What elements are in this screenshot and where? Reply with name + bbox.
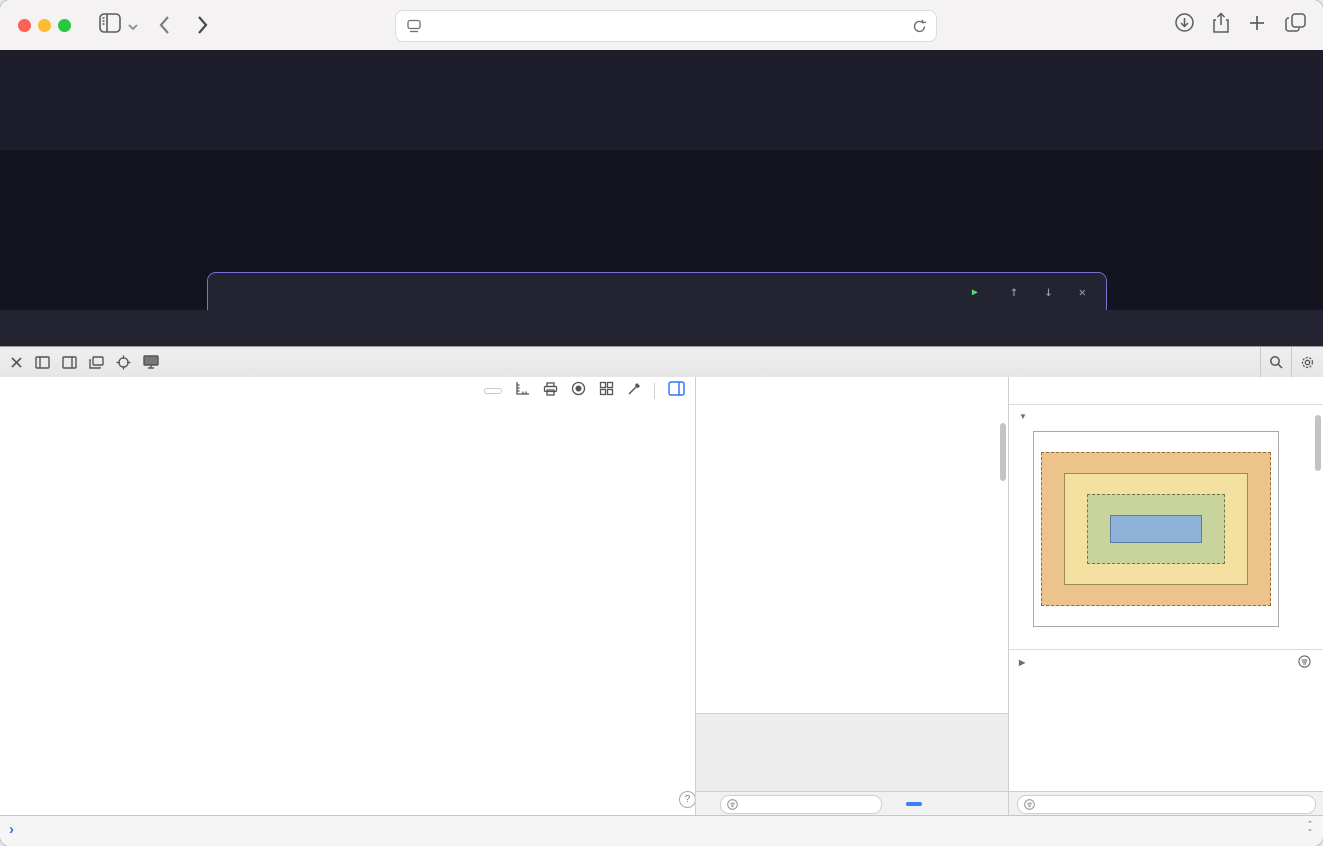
web-page: ▶ ↑ ↓ ✕ [0,50,1323,346]
computed-filter-input[interactable] [1017,795,1316,814]
traffic-light-close[interactable] [18,19,31,32]
new-tab-button[interactable] [1248,14,1266,37]
box-model-content[interactable] [1110,515,1202,543]
downloads-button[interactable] [1174,12,1195,38]
sidebar-toggle-button[interactable] [98,12,122,39]
page-selector[interactable]: ⌃⌄ [1302,822,1313,832]
console-toggle-chevron[interactable]: › [9,821,14,838]
styles-footer-toolbar [696,791,1008,816]
properties-section-header[interactable]: ▶ [1019,656,1029,668]
inspector-toolbar [0,347,1323,378]
inspector-search-button[interactable] [1260,347,1291,377]
traffic-light-zoom[interactable] [58,19,71,32]
help-circle-button[interactable]: ? [679,791,695,808]
inspector-settings-button[interactable] [1291,347,1323,377]
breadcrumb-bar [0,377,695,406]
properties-filter-icon[interactable] [1298,655,1311,673]
details-sidebar-toggle-icon[interactable] [668,381,685,401]
inspector-close-button[interactable] [10,356,23,369]
dock-bottom-button[interactable] [62,356,77,369]
reload-button[interactable] [912,19,927,34]
cell-move-up-button[interactable]: ↑ [1010,284,1018,300]
cell-header: ▶ ↑ ↓ ✕ [208,273,1106,311]
inspector-bottom-bar: › ⌃⌄ [0,815,1323,846]
traffic-light-minimize[interactable] [38,19,51,32]
badges-button[interactable] [484,388,502,394]
styles-filter-input[interactable] [720,795,882,814]
details-footer [1009,791,1323,816]
browser-window: ▶ ↑ ↓ ✕ [0,0,1323,846]
dom-panel: ? [0,405,695,816]
ruler-icon[interactable] [515,381,530,401]
stepper-icon: ⌃⌄ [1307,822,1313,832]
cell-close-button[interactable]: ✕ [1079,285,1086,299]
grid-overlay-icon[interactable] [599,381,614,401]
forward-button[interactable] [196,14,209,41]
box-model [1033,431,1279,627]
element-picker-button[interactable] [116,355,131,370]
device-button[interactable] [143,355,159,369]
properties-list [1019,674,1315,788]
page-settings-icon[interactable] [406,19,422,33]
cell-run-button[interactable]: ▶ [972,287,984,298]
details-scrollbar[interactable] [1315,415,1321,471]
box-model-section-header[interactable]: ▼ [1019,410,1031,422]
notebook-area: ▶ ↑ ↓ ✕ [0,150,1323,310]
play-icon: ▶ [972,287,978,298]
styles-scrollbar[interactable] [1000,423,1006,481]
tab-overview-button[interactable] [1285,12,1307,38]
edit-icon[interactable] [627,382,641,401]
url-field[interactable] [395,10,937,42]
print-styles-icon[interactable] [543,382,558,401]
share-button[interactable] [1211,12,1231,40]
pseudo-class-box [696,713,1008,791]
dock-side-button[interactable] [35,356,50,369]
element-overlay-icon[interactable] [571,381,586,401]
cell-move-down-button[interactable]: ↓ [1044,284,1052,300]
back-button[interactable] [158,14,171,41]
details-sidebar: ▼ [1008,377,1323,816]
browser-toolbar [0,0,1323,51]
sidebar-chevron-icon[interactable] [127,18,139,36]
pseudo-button[interactable] [906,802,922,806]
dom-tree [0,405,695,408]
styles-panel [695,377,1008,816]
web-inspector: ? ▼ [0,346,1323,816]
page-status-bar [0,310,1323,346]
undock-button[interactable] [89,356,104,369]
